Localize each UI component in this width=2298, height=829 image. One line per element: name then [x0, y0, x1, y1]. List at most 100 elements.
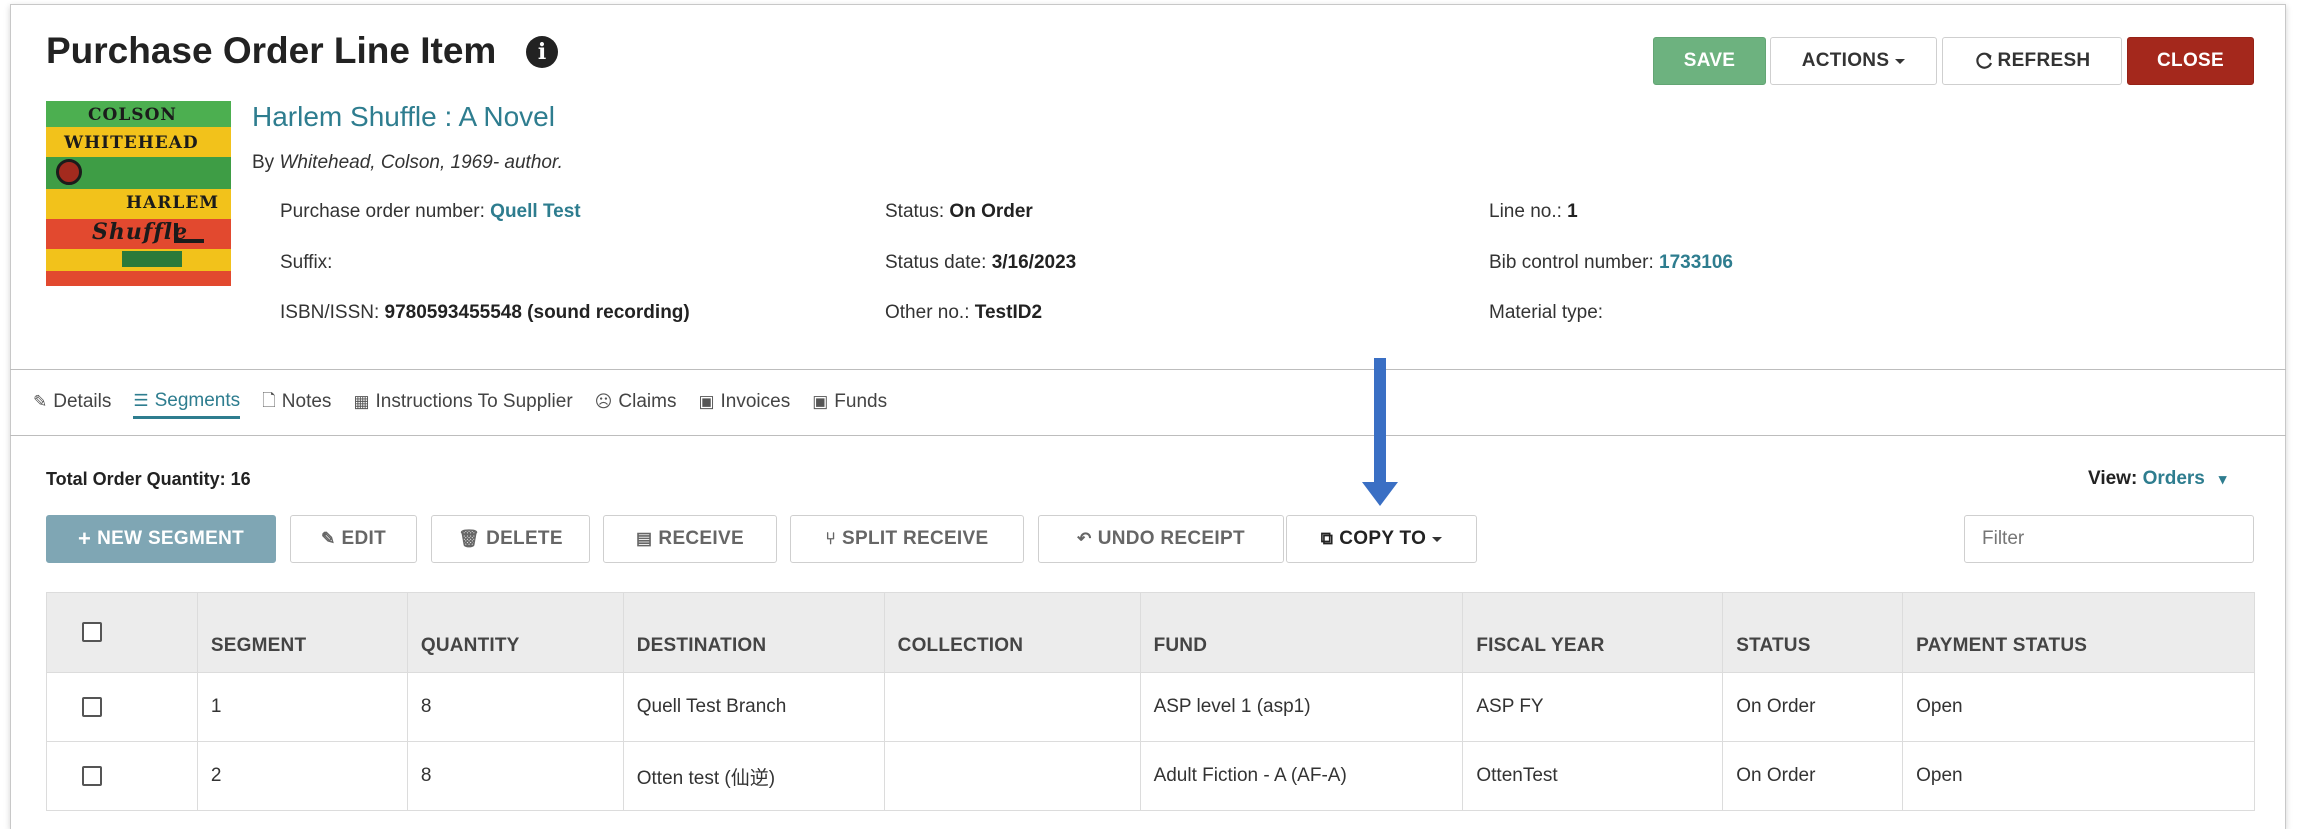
column-header[interactable]: STATUS — [1722, 592, 1904, 673]
chevron-down-icon: ▾ — [2218, 471, 2227, 488]
fund-cell: Adult Fiction - A (AF-A) — [1139, 741, 1464, 811]
undo-receipt-label: UNDO RECEIPT — [1097, 528, 1245, 549]
copy-icon: ⧉ — [1320, 529, 1334, 548]
building-icon: ▦ — [353, 392, 370, 411]
box-icon: ▤ — [636, 529, 653, 548]
split-receive-label: SPLIT RECEIVE — [842, 528, 989, 549]
tab-claims[interactable]: ☹ Claims — [595, 385, 677, 419]
copy-to-button[interactable]: ⧉ COPY TO — [1286, 515, 1477, 563]
status-value: On Order — [949, 201, 1033, 222]
save-button[interactable]: SAVE — [1653, 37, 1766, 85]
status-cell: On Order — [1722, 672, 1904, 742]
file-icon: 🗋 — [262, 390, 276, 410]
line-no-value: 1 — [1567, 201, 1578, 222]
page-title: Purchase Order Line Item — [46, 30, 497, 71]
po-number-label: Purchase order number: — [280, 201, 491, 222]
view-value: Orders — [2142, 468, 2205, 489]
receive-label: RECEIVE — [658, 528, 744, 549]
copy-to-label: COPY TO — [1339, 528, 1427, 549]
column-header[interactable]: DESTINATION — [622, 592, 885, 673]
column-header[interactable]: SEGMENT — [196, 592, 408, 673]
split-icon: ⑂ — [825, 529, 837, 548]
cover-text-line3: HARLEM — [126, 193, 220, 213]
row-select-cell — [46, 672, 198, 742]
cover-text-line4: Shuffle — [92, 219, 189, 245]
segment-cell: 1 — [196, 672, 408, 742]
author-prefix: By — [252, 152, 280, 173]
row-checkbox[interactable] — [82, 696, 102, 717]
row-checkbox[interactable] — [82, 765, 102, 786]
tab-notes[interactable]: 🗋 Notes — [262, 385, 331, 419]
quantity-cell: 8 — [406, 741, 624, 811]
split-receive-button[interactable]: ⑂ SPLIT RECEIVE — [790, 515, 1024, 563]
new-segment-button[interactable]: + NEW SEGMENT — [46, 515, 276, 563]
new-segment-label: NEW SEGMENT — [97, 528, 244, 549]
delete-button[interactable]: 🗑 DELETE — [431, 515, 590, 563]
column-header[interactable]: FISCAL YEAR — [1462, 592, 1724, 673]
line-no-label: Line no.: — [1489, 201, 1568, 222]
isbn-label: ISBN/ISSN: — [280, 302, 385, 323]
tab-label: Invoices — [720, 391, 791, 412]
refresh-icon — [1975, 52, 1992, 69]
cover-text-line2: WHITEHEAD — [64, 133, 199, 153]
destination-cell: Otten test (仙逆) — [622, 741, 885, 811]
actions-button[interactable]: ACTIONS — [1770, 37, 1937, 85]
column-header[interactable]: PAYMENT STATUS — [1902, 592, 2255, 673]
column-header[interactable]: FUND — [1139, 592, 1464, 673]
undo-receipt-button[interactable]: ↶ UNDO RECEIPT — [1038, 515, 1284, 563]
quantity-cell: 8 — [406, 672, 624, 742]
table-header-row: SEGMENT QUANTITY DESTINATION COLLECTION … — [46, 592, 2255, 673]
table-row[interactable]: 1 8 Quell Test Branch ASP level 1 (asp1)… — [46, 672, 2255, 742]
money-icon: ▣ — [812, 392, 829, 411]
filter-input[interactable] — [1964, 515, 2254, 563]
table-row[interactable]: 2 8 Otten test (仙逆) Adult Fiction - A (A… — [46, 741, 2255, 811]
row-select-cell — [46, 741, 198, 811]
select-all-checkbox[interactable] — [82, 622, 102, 643]
collection-cell — [883, 741, 1141, 811]
status-date-value: 3/16/2023 — [991, 252, 1077, 273]
tab-label: Instructions To Supplier — [375, 391, 573, 412]
info-icon[interactable]: i — [526, 36, 558, 68]
column-header[interactable]: QUANTITY — [406, 592, 624, 673]
tab-invoices[interactable]: ▣ Invoices — [698, 385, 790, 419]
frown-icon: ☹ — [594, 392, 613, 411]
caret-down-icon — [1432, 536, 1443, 542]
divider — [10, 369, 2286, 370]
receive-button[interactable]: ▤ RECEIVE — [603, 515, 777, 563]
trash-icon: 🗑 — [458, 529, 481, 548]
tab-label: Segments — [154, 389, 241, 411]
list-icon: ☰ — [133, 390, 149, 410]
delete-label: DELETE — [486, 528, 563, 549]
book-title-link[interactable]: Harlem Shuffle : A Novel — [252, 101, 555, 133]
book-author: By Whitehead, Colson, 1969- author. — [252, 152, 563, 174]
view-selector[interactable]: View: Orders ▾ — [2088, 468, 2226, 490]
collection-cell — [883, 672, 1141, 742]
segment-cell: 2 — [196, 741, 408, 811]
isbn-value: 9780593455548 (sound recording) — [384, 302, 690, 323]
po-number-link[interactable]: Quell Test — [490, 201, 580, 222]
refresh-button[interactable]: REFRESH — [1942, 37, 2122, 85]
book-cover-image: COLSON WHITEHEAD HARLEM Shuffle — [46, 101, 231, 286]
column-header[interactable]: COLLECTION — [883, 592, 1141, 673]
tab-label: Details — [53, 391, 112, 412]
tab-details[interactable]: ✎ Details — [33, 385, 111, 419]
tab-label: Claims — [618, 391, 677, 412]
other-no-value: TestID2 — [974, 302, 1043, 323]
tab-segments[interactable]: ☰ Segments — [133, 385, 241, 419]
cover-text-line1: COLSON — [88, 105, 177, 125]
tab-instructions[interactable]: ▦ Instructions To Supplier — [353, 385, 572, 419]
status-date-label: Status date: — [885, 252, 992, 273]
close-button[interactable]: CLOSE — [2127, 37, 2254, 85]
material-type-field: Material type: — [1489, 302, 1603, 324]
tab-funds[interactable]: ▣ Funds — [812, 385, 887, 419]
edit-button[interactable]: ✎ EDIT — [290, 515, 417, 563]
author-name: Whitehead, Colson, 1969- author. — [279, 152, 563, 173]
view-label: View: — [2088, 468, 2143, 489]
bib-control-link[interactable]: 1733106 — [1659, 252, 1733, 273]
edit-label: EDIT — [341, 528, 387, 549]
undo-icon: ↶ — [1077, 529, 1092, 548]
annotation-arrow-icon — [1362, 358, 1398, 506]
suffix-label: Suffix: — [280, 252, 333, 273]
isbn-field: ISBN/ISSN: 9780593455548 (sound recordin… — [280, 302, 690, 324]
money-icon: ▣ — [698, 392, 715, 411]
